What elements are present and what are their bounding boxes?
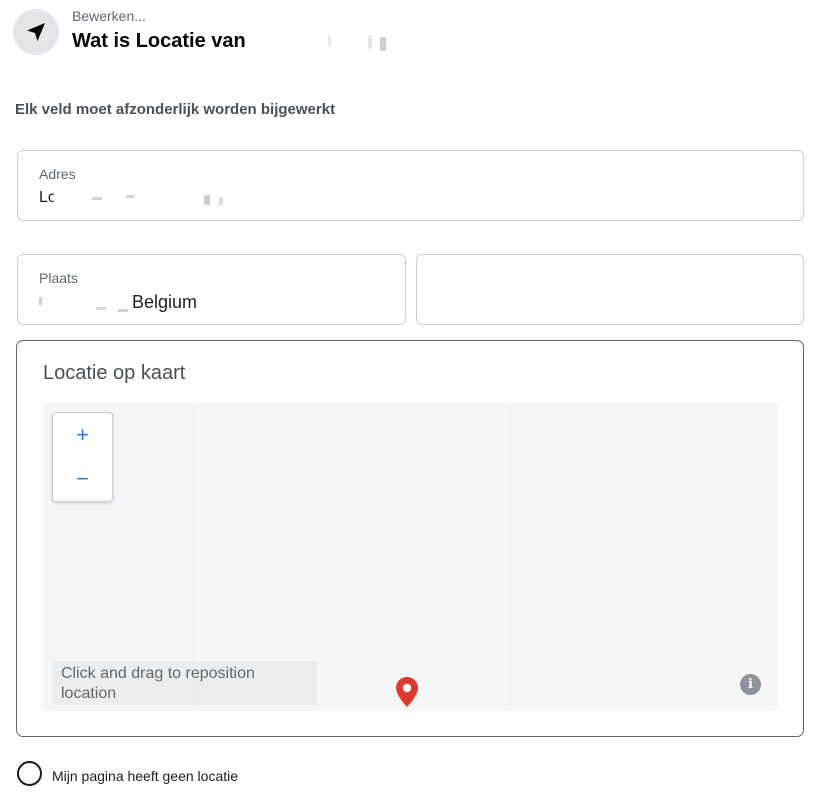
city-value[interactable]: Belgium bbox=[132, 292, 197, 313]
city-label: Plaats bbox=[39, 270, 78, 286]
navigation-arrow-icon bbox=[13, 9, 59, 55]
redacted-title-part bbox=[268, 31, 396, 53]
reposition-hint: Click and drag to reposition location bbox=[53, 661, 317, 705]
page-title: Wat is Locatie van bbox=[72, 30, 246, 52]
map-gridline bbox=[510, 402, 511, 711]
address-field[interactable]: Adres Lo bbox=[17, 150, 804, 221]
location-pin-icon[interactable] bbox=[395, 676, 419, 708]
map-card: Locatie op kaart + − Click and drag to r… bbox=[16, 340, 804, 737]
header-subtitle: Bewerken... bbox=[72, 8, 146, 24]
extra-location-field[interactable] bbox=[416, 254, 804, 325]
zoom-control: + − bbox=[52, 412, 113, 502]
zoom-out-button[interactable]: − bbox=[53, 457, 112, 501]
address-label: Adres bbox=[39, 166, 76, 182]
no-location-label[interactable]: Mijn pagina heeft geen locatie bbox=[52, 768, 238, 784]
no-location-radio[interactable] bbox=[17, 761, 42, 786]
instruction-text: Elk veld moet afzonderlijk worden bijgew… bbox=[15, 101, 336, 118]
zoom-in-button[interactable]: + bbox=[53, 413, 112, 457]
redacted-city-part bbox=[38, 291, 130, 315]
info-icon[interactable]: i bbox=[740, 674, 761, 695]
map-canvas[interactable]: + − Click and drag to reposition locatio… bbox=[43, 402, 778, 711]
redacted-address-part bbox=[54, 187, 254, 209]
city-field[interactable]: Plaats Belgium bbox=[17, 254, 406, 325]
map-title: Locatie op kaart bbox=[43, 362, 186, 384]
